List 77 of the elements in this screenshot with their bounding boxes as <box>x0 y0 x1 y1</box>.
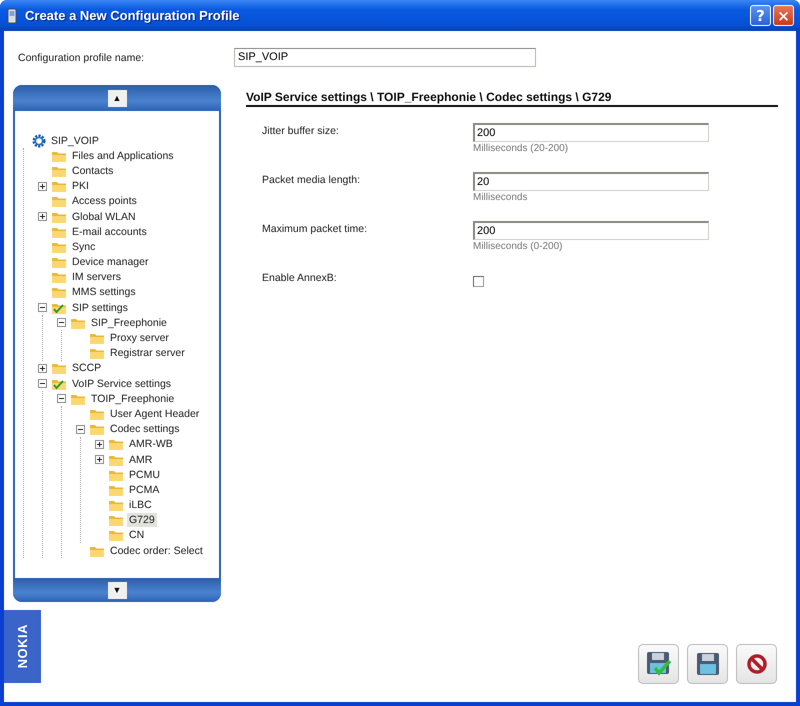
scroll-up-button[interactable]: ▲ <box>108 90 126 106</box>
tree-item[interactable]: Proxy server <box>108 331 171 346</box>
scroll-down-button[interactable]: ▼ <box>108 582 126 598</box>
save-close-button[interactable] <box>638 644 679 684</box>
disk-check-icon <box>644 650 672 678</box>
expand-toggle[interactable] <box>38 212 47 222</box>
field-label: Jitter buffer size: <box>262 124 340 139</box>
tree-item[interactable]: Codec settings <box>108 422 182 436</box>
folder-icon <box>51 270 67 284</box>
folder-icon <box>89 422 105 436</box>
field-label: Configuration profile name: <box>18 52 146 64</box>
tree-item[interactable]: E-mail accounts <box>70 224 149 239</box>
field-label: Enable AnnexB: <box>262 271 338 286</box>
folder-icon <box>51 285 67 300</box>
field-label: Packet media length: <box>262 173 362 188</box>
folder-icon <box>51 194 67 208</box>
tree-item[interactable]: Contacts <box>70 164 116 178</box>
input-field[interactable]: 200 <box>473 123 709 142</box>
folder-icon <box>89 346 105 360</box>
collapse-toggle[interactable] <box>38 379 47 388</box>
section-heading: VoIP Service settings \ TOIP_Freephonie \ Codec settings \ G729 <box>246 90 778 107</box>
input-field[interactable]: 200 <box>473 221 709 240</box>
field-label: Maximum packet time: <box>262 222 368 237</box>
tree-item[interactable]: Files and Applications <box>70 148 176 163</box>
collapse-toggle[interactable] <box>57 318 66 328</box>
window-title: Create a New Configuration Profile <box>25 8 241 23</box>
tree-item[interactable]: SIP_Freephonie <box>89 316 169 330</box>
tree-item[interactable]: Codec order: Select <box>108 544 205 558</box>
folder-icon <box>51 179 67 194</box>
profile-name-field[interactable]: SIP_VOIP <box>234 48 536 66</box>
tree-item[interactable]: AMR <box>127 452 154 467</box>
folder-icon <box>108 437 124 452</box>
phone-icon <box>7 8 17 24</box>
tree-item[interactable]: PCMU <box>127 468 162 482</box>
tree-item[interactable]: IM servers <box>70 270 124 284</box>
expand-toggle[interactable] <box>38 182 47 191</box>
field-hint: Milliseconds (20-200) <box>473 143 570 154</box>
tree-item[interactable]: SCCP <box>70 361 104 376</box>
help-button[interactable]: ? <box>750 5 771 26</box>
tree-item[interactable]: AMR-WB <box>127 437 175 452</box>
tree-item[interactable]: Registrar server <box>108 346 187 360</box>
expand-toggle[interactable] <box>95 455 104 464</box>
tree-item[interactable]: VoIP Service settings <box>70 376 174 391</box>
folder-icon <box>108 513 124 528</box>
collapse-toggle[interactable] <box>38 303 47 312</box>
input-field[interactable]: 20 <box>473 172 709 191</box>
tree-item[interactable]: TOIP_Freephonie <box>89 392 176 406</box>
tree-item[interactable]: PCMA <box>127 482 162 497</box>
tree-item[interactable]: CN <box>127 528 146 542</box>
folder-icon <box>108 498 124 512</box>
tree-item[interactable]: PKI <box>70 179 91 194</box>
field-hint: Milliseconds <box>473 192 528 203</box>
folder-icon <box>51 255 67 270</box>
prohibited-icon <box>746 653 768 675</box>
collapse-toggle[interactable] <box>57 394 66 404</box>
folder-icon <box>108 528 124 542</box>
tree-item[interactable]: SIP settings <box>70 300 130 315</box>
close-button[interactable]: × <box>773 5 794 26</box>
folder-icon <box>51 361 67 376</box>
tree-item[interactable]: Device manager <box>70 255 150 270</box>
folder-icon <box>89 331 105 346</box>
tree-item[interactable]: MMS settings <box>70 285 138 300</box>
checkbox[interactable] <box>473 276 484 287</box>
expand-toggle[interactable] <box>38 364 47 373</box>
cancel-button[interactable] <box>736 644 777 684</box>
tree-item[interactable]: Sync <box>70 240 98 254</box>
tree-item[interactable]: iLBC <box>127 498 154 512</box>
tree-item[interactable]: SIP_VOIP <box>49 134 101 148</box>
tree-item[interactable]: Access points <box>70 194 139 208</box>
field-hint: Milliseconds (0-200) <box>473 241 564 252</box>
tree-item[interactable]: User Agent Header <box>108 406 202 421</box>
save-button[interactable] <box>687 644 728 684</box>
gear-icon <box>32 134 46 148</box>
expand-toggle[interactable] <box>95 440 104 449</box>
collapse-toggle[interactable] <box>76 424 85 434</box>
tree-item[interactable]: Global WLAN <box>70 210 138 224</box>
tree-item[interactable]: G729 <box>127 513 157 528</box>
